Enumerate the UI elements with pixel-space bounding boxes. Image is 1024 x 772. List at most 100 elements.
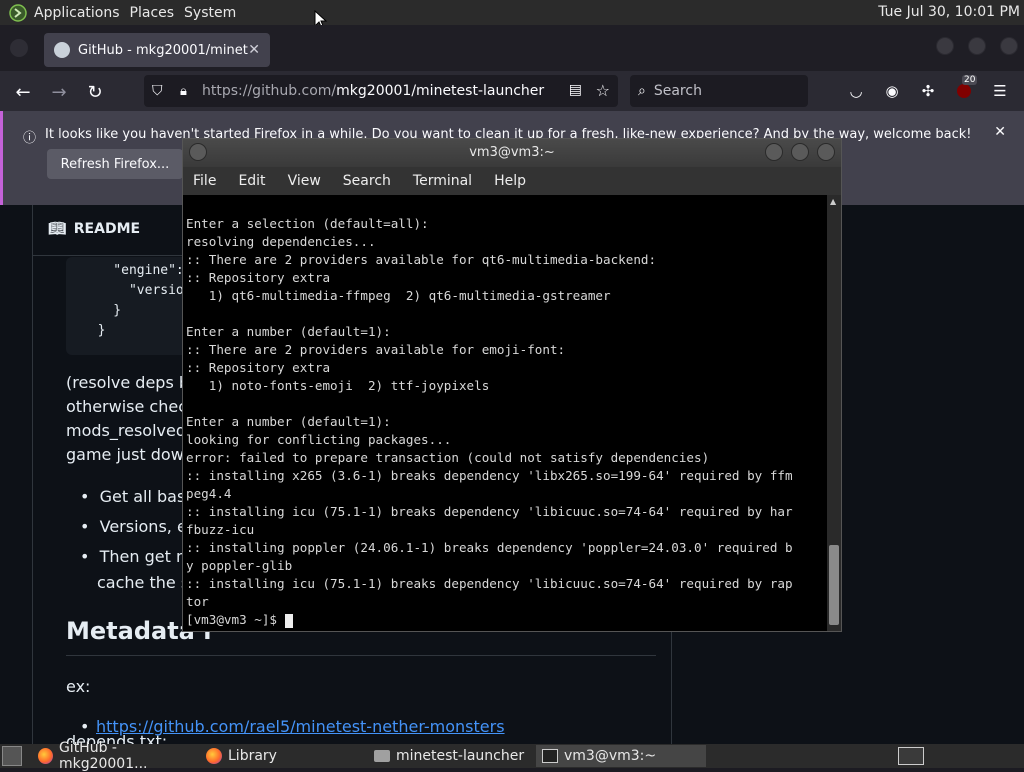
text-cursor <box>284 613 293 628</box>
terminal-line: 1) qt6-multimedia-ffmpeg 2) qt6-multimed… <box>186 288 611 303</box>
scroll-up-icon[interactable]: ▲ <box>830 197 836 206</box>
terminal-titlebar[interactable]: vm3@vm3:~ <box>183 139 841 167</box>
terminal-prompt-line[interactable]: [vm3@vm3 ~]$ <box>186 611 827 629</box>
menu-search[interactable]: Search <box>343 173 391 189</box>
clock[interactable]: Tue Jul 30, 10:01 PM <box>878 4 1020 20</box>
bookmark-star-icon[interactable]: ☆ <box>596 81 610 100</box>
terminal-line: :: installing icu (75.1-1) breaks depend… <box>186 576 793 591</box>
bottom-taskbar: GitHub - mkg20001... Library minetest-la… <box>0 740 1024 772</box>
heading-rule <box>66 655 656 656</box>
tab-close-icon[interactable]: ✕ <box>248 42 260 58</box>
terminal-icon <box>542 749 558 763</box>
terminal-output[interactable]: Enter a selection (default=all): resolvin… <box>183 195 827 631</box>
readme-label: README <box>73 221 141 237</box>
book-icon: 📖︎ <box>48 221 66 237</box>
taskbar-item-github[interactable]: GitHub - mkg20001... <box>32 740 200 772</box>
extensions-icon[interactable]: ✣ <box>918 81 938 101</box>
terminal-close-icon[interactable] <box>817 143 835 161</box>
account-icon[interactable]: ◉ <box>882 81 902 101</box>
reader-view-icon[interactable]: ▤ <box>569 82 582 98</box>
terminal-line: :: installing poppler (24.06.1-1) breaks… <box>186 540 793 555</box>
terminal-line: :: installing x265 (3.6-1) breaks depend… <box>186 468 793 483</box>
pocket-icon[interactable]: ◡ <box>846 81 866 101</box>
list-item: • Versions, et <box>80 517 194 536</box>
terminal-minimize-icon[interactable] <box>765 143 783 161</box>
tab-bar: GitHub - mkg20001/minete ✕ <box>0 25 1024 71</box>
back-icon[interactable]: ← <box>10 79 36 105</box>
terminal-line: tor <box>186 594 209 609</box>
folder-icon <box>374 750 390 762</box>
taskbar-item-minetest-launcher[interactable]: minetest-launcher <box>368 745 536 767</box>
terminal-line: :: There are 2 providers available for e… <box>186 342 566 357</box>
top-panel: Applications Places System Tue Jul 30, 1… <box>0 0 1024 25</box>
menu-file[interactable]: File <box>193 173 216 189</box>
search-icon: ⌕ <box>638 83 646 99</box>
forward-icon[interactable]: → <box>46 79 72 105</box>
terminal-menubar: File Edit View Search Terminal Help <box>183 167 841 195</box>
firefox-icon <box>38 748 53 764</box>
minimize-icon[interactable] <box>936 37 954 55</box>
tab-github[interactable]: GitHub - mkg20001/minete ✕ <box>44 33 270 67</box>
terminal-line: resolving dependencies... <box>186 234 376 249</box>
terminal-line: :: installing icu (75.1-1) breaks depend… <box>186 504 793 519</box>
terminal-line: Enter a number (default=1): <box>186 324 391 339</box>
terminal-line: y poppler-glib <box>186 558 293 573</box>
taskbar-item-library[interactable]: Library <box>200 745 368 767</box>
terminal-line: Enter a selection (default=all): <box>186 216 429 231</box>
scroll-thumb[interactable] <box>829 545 839 625</box>
menu-applications[interactable]: Applications <box>34 5 120 21</box>
lock-icon[interactable]: 🔒︎ <box>180 84 196 99</box>
terminal-prompt: [vm3@vm3 ~]$ <box>186 612 285 627</box>
menu-hamburger-icon[interactable]: ☰ <box>990 81 1010 101</box>
terminal-line: error: failed to prepare transaction (co… <box>186 450 710 465</box>
terminal-line: fbuzz-icu <box>186 522 255 537</box>
github-favicon-icon <box>54 42 70 58</box>
para-line: mods_resolved - <box>66 421 197 440</box>
shield-icon[interactable]: ⛉ <box>152 83 170 99</box>
ex-label: ex: <box>66 677 91 696</box>
terminal-line: :: There are 2 providers available for q… <box>186 252 657 267</box>
show-desktop-icon[interactable] <box>2 746 22 766</box>
reload-icon[interactable]: ↻ <box>82 79 108 105</box>
url-bar[interactable]: ⛉ 🔒︎ https://github.com/mkg20001/minetes… <box>144 75 618 107</box>
menu-terminal[interactable]: Terminal <box>413 173 472 189</box>
maximize-icon[interactable] <box>968 37 986 55</box>
list-item: • Get all basic <box>80 487 199 506</box>
taskbar-label: vm3@vm3:~ <box>564 748 657 764</box>
terminal-line: :: Repository extra <box>186 360 331 375</box>
ublock-badge: 20 <box>962 75 978 85</box>
refresh-firefox-button[interactable]: Refresh Firefox... <box>47 149 183 179</box>
terminal-line: looking for conflicting packages... <box>186 432 452 447</box>
menu-view[interactable]: View <box>288 173 321 189</box>
taskbar-label: minetest-launcher <box>396 748 525 764</box>
terminal-maximize-icon[interactable] <box>791 143 809 161</box>
terminal-window[interactable]: vm3@vm3:~ File Edit View Search Terminal… <box>182 138 842 632</box>
nav-toolbar: ← → ↻ ⛉ 🔒︎ https://github.com/mkg20001/m… <box>0 71 1024 111</box>
url-text[interactable]: https://github.com/mkg20001/minetest-lau… <box>202 83 544 99</box>
distro-logo-icon[interactable] <box>8 3 28 23</box>
taskbar-item-terminal[interactable]: vm3@vm3:~ <box>536 745 706 767</box>
url-path: mkg20001/minetest-launcher <box>336 83 545 99</box>
para-line: otherwise check <box>66 397 197 416</box>
search-placeholder: Search <box>653 83 702 99</box>
terminal-line: 1) noto-fonts-emoji 2) ttf-joypixels <box>186 378 490 393</box>
workspace-switcher[interactable] <box>898 747 924 765</box>
tab-title: GitHub - mkg20001/minete <box>78 42 249 58</box>
taskbar-label: GitHub - mkg20001... <box>58 740 148 772</box>
ublock-icon[interactable]: 20 <box>954 75 978 101</box>
close-window-icon[interactable] <box>1000 37 1018 55</box>
search-bar[interactable]: ⌕ Search <box>630 75 808 107</box>
menu-edit[interactable]: Edit <box>238 173 265 189</box>
notification-close-icon[interactable]: ✕ <box>994 124 1006 140</box>
menu-help[interactable]: Help <box>494 173 526 189</box>
taskbar-label: Library <box>228 748 277 764</box>
menu-system[interactable]: System <box>184 5 236 21</box>
terminal-line: :: Repository extra <box>186 270 331 285</box>
menu-places[interactable]: Places <box>130 5 175 21</box>
terminal-scrollbar[interactable]: ▲ <box>827 195 841 631</box>
readme-header[interactable]: 📖︎ README <box>48 221 140 237</box>
url-prefix: https://github.com/ <box>202 83 337 99</box>
tab-list-icon[interactable] <box>10 39 28 57</box>
